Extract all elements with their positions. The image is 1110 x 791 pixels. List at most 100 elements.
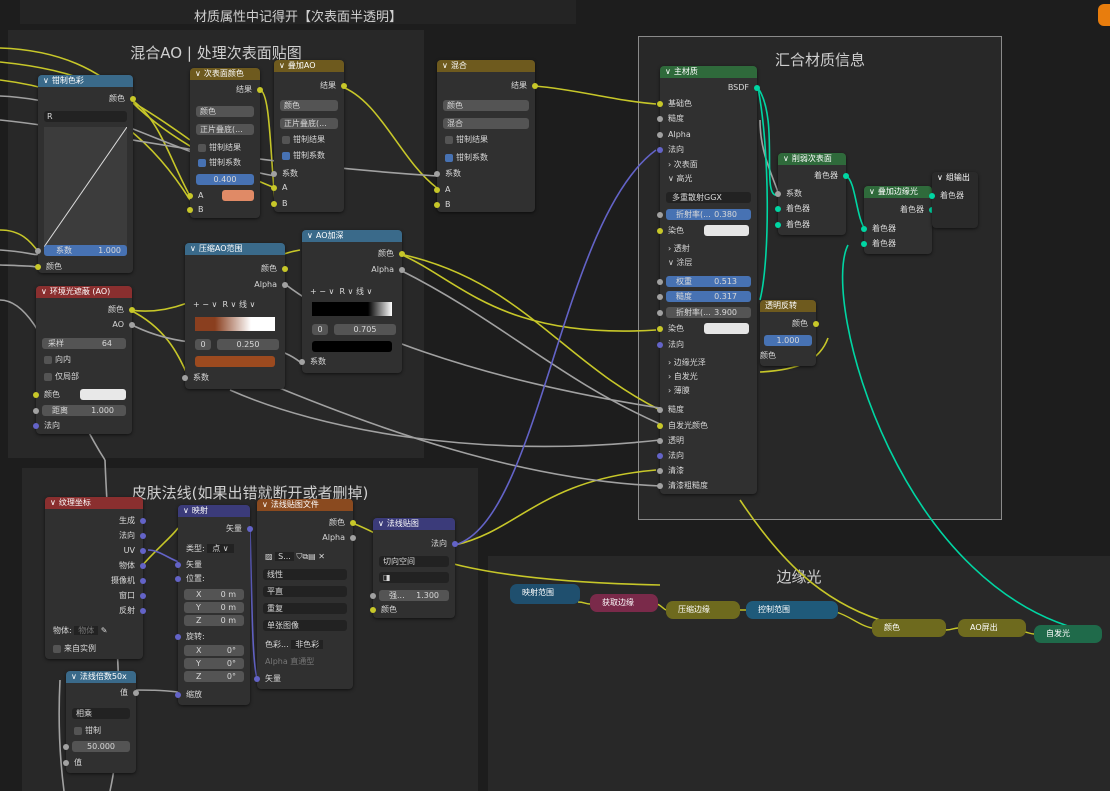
strength-field[interactable]: 强... 1.300 [379, 590, 449, 601]
node-ambient-occlusion[interactable]: ∨ 环境光遮蔽 (AO) 颜色 AO 采样 64 向内 仅局部 颜色 距离 1.000… [33, 286, 135, 434]
socket-in-color[interactable] [35, 264, 41, 270]
node-normal-texture-header[interactable]: ∨ 法线贴图文件 [257, 499, 353, 511]
socket-in-b[interactable] [271, 201, 277, 207]
socket-in-factor[interactable] [182, 375, 188, 381]
factor-value[interactable]: 0.400 [196, 174, 254, 185]
checkbox[interactable] [445, 135, 453, 144]
socket-out-uv[interactable] [140, 548, 146, 554]
tint-swatch[interactable] [704, 225, 749, 236]
node-mapping-header[interactable]: ∨ 映射 [178, 505, 250, 517]
projection-select[interactable]: 平直 [263, 586, 347, 597]
blend-type-select[interactable]: 混合 [443, 118, 529, 129]
socket-in-factor[interactable] [299, 359, 305, 365]
chevron-down-icon[interactable]: ∨ [212, 300, 218, 309]
node-ao-deepen-header[interactable]: ∨ AO加深 [302, 230, 402, 242]
checkbox-checked[interactable] [282, 151, 290, 160]
value-z[interactable]: 0° [227, 671, 244, 682]
socket-out-vector[interactable] [247, 526, 253, 532]
add-icon[interactable]: + [310, 287, 317, 296]
node-principled-bsdf[interactable]: ∨ 主材质 BSDF 基础色 糙度 Alpha 法向 › 次表面 ∨ 高光 多重散… [657, 66, 760, 494]
socket-in-color[interactable] [33, 392, 39, 398]
node-overlay-ao[interactable]: ∨ 叠加AO 结果 颜色 正片叠底(... 钳制结果 钳制系数 系数 A B [271, 60, 347, 212]
socket-out-value[interactable] [133, 690, 139, 696]
ramp-toolbar[interactable]: + − ∨ R ∨ 线 ∨ [302, 286, 402, 298]
socket-in-clearcoat-roughness[interactable] [657, 483, 663, 489]
panel-thin-film[interactable]: › 薄膜 [660, 385, 757, 397]
socket-in-value-2[interactable] [63, 760, 69, 766]
chevron-down-icon[interactable]: ∨ [41, 287, 47, 296]
socket-out-alpha[interactable] [282, 282, 288, 288]
panel-subsurface[interactable]: › 次表面 [660, 159, 757, 171]
checkbox[interactable] [198, 143, 206, 152]
only-local-toggle[interactable]: 仅局部 [36, 371, 132, 383]
socket-out-color[interactable] [282, 266, 288, 272]
object-field[interactable]: 物体 [74, 626, 99, 635]
group-color[interactable]: 颜色 [872, 619, 946, 637]
panel-emission[interactable]: › 自发光 [660, 371, 757, 383]
operation-select[interactable]: 相乘 [72, 708, 130, 719]
remove-icon[interactable]: − [319, 287, 326, 296]
socket-in-alpha[interactable] [657, 132, 663, 138]
colorspace-select[interactable]: 非色彩 [291, 640, 324, 649]
clamp-toggle[interactable]: 钳制 [66, 725, 136, 737]
node-color-correct[interactable]: ∨ 钳制色彩 颜色 R 系数 1.000 颜色 [35, 75, 136, 273]
color-swatch-a[interactable] [222, 190, 254, 201]
socket-in-location[interactable] [175, 576, 181, 582]
chevron-down-icon[interactable]: ∨ [50, 498, 56, 507]
chevron-down-icon[interactable]: ∨ [329, 287, 335, 296]
socket-in-coat-normal[interactable] [657, 342, 663, 348]
alpha-mode[interactable]: 直通型 [290, 657, 314, 666]
socket-in-factor[interactable] [775, 191, 781, 197]
curve-channel-bar[interactable]: R [44, 111, 127, 122]
chevron-down-icon[interactable]: ∨ [195, 69, 201, 78]
socket-out-color[interactable] [399, 251, 405, 257]
blend-mode-select[interactable]: 颜色 [196, 106, 254, 117]
curve-widget[interactable] [43, 126, 128, 248]
value-x[interactable]: 0° [227, 645, 244, 656]
socket-out-object[interactable] [140, 563, 146, 569]
value-y[interactable]: 0 m [221, 602, 244, 613]
node-mix-header[interactable]: ∨ 混合 [437, 60, 535, 72]
socket-in-rotation[interactable] [175, 634, 181, 640]
rotation-x[interactable]: X 0° [184, 645, 244, 656]
value-x[interactable]: 0 m [221, 589, 244, 600]
node-output-header[interactable]: ∨ 组输出 [932, 172, 978, 184]
socket-out-ao[interactable] [129, 322, 135, 328]
coat-roughness-field[interactable]: 糙度 0.317 [666, 291, 751, 302]
socket-in-base-color[interactable] [657, 101, 663, 107]
node-texcoord-header[interactable]: ∨ 纹理坐标 [45, 497, 143, 509]
panel-coat[interactable]: ∨ 涂层 [660, 257, 757, 269]
socket-in-normal[interactable] [33, 423, 39, 429]
socket-in-shader-1[interactable] [775, 206, 781, 212]
inside-toggle[interactable]: 向内 [36, 354, 132, 366]
value-field[interactable]: 50.000 [72, 741, 130, 752]
folder-icon[interactable]: ▤ [308, 552, 316, 561]
blend-type-select[interactable]: 正片叠底(... [196, 124, 254, 135]
color-ramp-bar[interactable] [195, 317, 275, 331]
factor-field[interactable]: 系数 1.000 [44, 245, 127, 256]
clamp-factor-toggle[interactable]: 钳制系数 [274, 150, 344, 162]
node-overlay-ao-header[interactable]: ∨ 叠加AO [274, 60, 344, 72]
ramp-interpolation[interactable]: 线 [239, 300, 247, 309]
group-get-edge[interactable]: 获取边缘 [590, 594, 658, 612]
socket-in-coat-roughness[interactable] [657, 294, 663, 300]
node-transparent-invert-header[interactable]: 透明反转 [760, 300, 816, 312]
socket-in-scale[interactable] [175, 692, 181, 698]
socket-in-color[interactable] [370, 607, 376, 613]
coat-ior-value[interactable]: 3.900 [714, 307, 751, 318]
ior-value[interactable]: 0.380 [714, 209, 751, 220]
socket-in-factor[interactable] [271, 171, 277, 177]
blend-mode-select[interactable]: 颜色 [280, 100, 338, 111]
socket-in-b[interactable] [434, 202, 440, 208]
samples-value[interactable]: 64 [102, 338, 126, 349]
socket-in-a[interactable] [187, 193, 193, 199]
ramp-color-mode[interactable]: R [339, 287, 345, 296]
value-y[interactable]: 0° [227, 658, 244, 669]
ramp-stop-position[interactable]: 0.250 [217, 339, 279, 350]
interpolation-select[interactable]: 线性 [263, 569, 347, 580]
app-logo-icon[interactable] [1098, 4, 1110, 26]
chevron-down-icon[interactable]: ∨ [262, 500, 268, 509]
panel-transmission[interactable]: › 透射 [660, 243, 757, 255]
ramp-stop-position[interactable]: 0.705 [334, 324, 396, 335]
socket-in-coat-weight[interactable] [657, 279, 663, 285]
